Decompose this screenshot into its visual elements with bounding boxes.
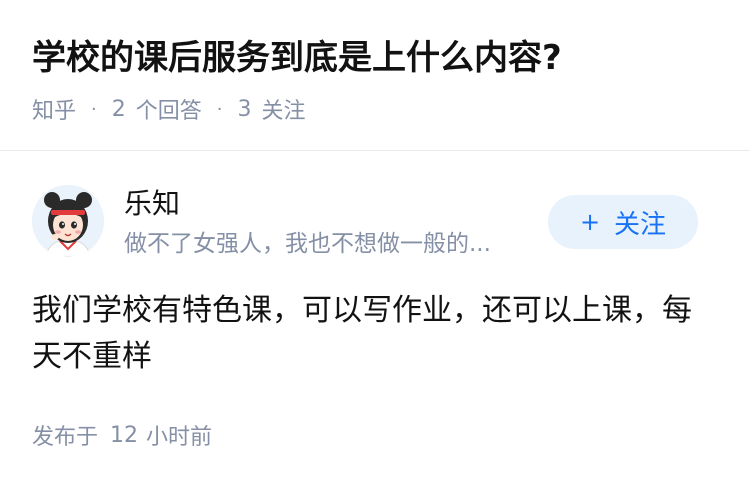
- meta-separator: ·: [216, 98, 223, 120]
- answer-count: 2: [111, 96, 126, 122]
- follower-count: 3: [237, 96, 252, 122]
- author-bio: 做不了女强人，我也不想做一般的...: [124, 231, 491, 257]
- question-meta: 知乎 · 2 个回答 · 3 关注: [32, 92, 306, 126]
- author-name[interactable]: 乐知: [124, 184, 180, 224]
- answer-count-label: 个回答: [135, 99, 202, 124]
- answer-content[interactable]: 我们学校有特色课，可以写作业，还可以上课，每天不重样: [32, 288, 712, 380]
- follower-count-label: 关注: [261, 99, 306, 124]
- publish-time: 发布于 12 小时前: [32, 418, 212, 452]
- cartoon-girl-avatar-icon: [32, 185, 104, 257]
- publish-prefix: 发布于: [32, 425, 99, 450]
- meta-separator: ·: [91, 98, 97, 120]
- follow-button-label: 关注: [614, 209, 667, 240]
- publish-unit: 小时前: [146, 425, 213, 450]
- divider: [0, 150, 750, 151]
- follow-button[interactable]: + 关注: [548, 195, 698, 249]
- question-title[interactable]: 学校的课后服务到底是上什么内容?: [32, 34, 562, 82]
- plus-icon: +: [579, 208, 601, 236]
- author-avatar[interactable]: [32, 185, 104, 257]
- source-label[interactable]: 知乎: [32, 93, 76, 125]
- publish-count: 12: [110, 422, 139, 448]
